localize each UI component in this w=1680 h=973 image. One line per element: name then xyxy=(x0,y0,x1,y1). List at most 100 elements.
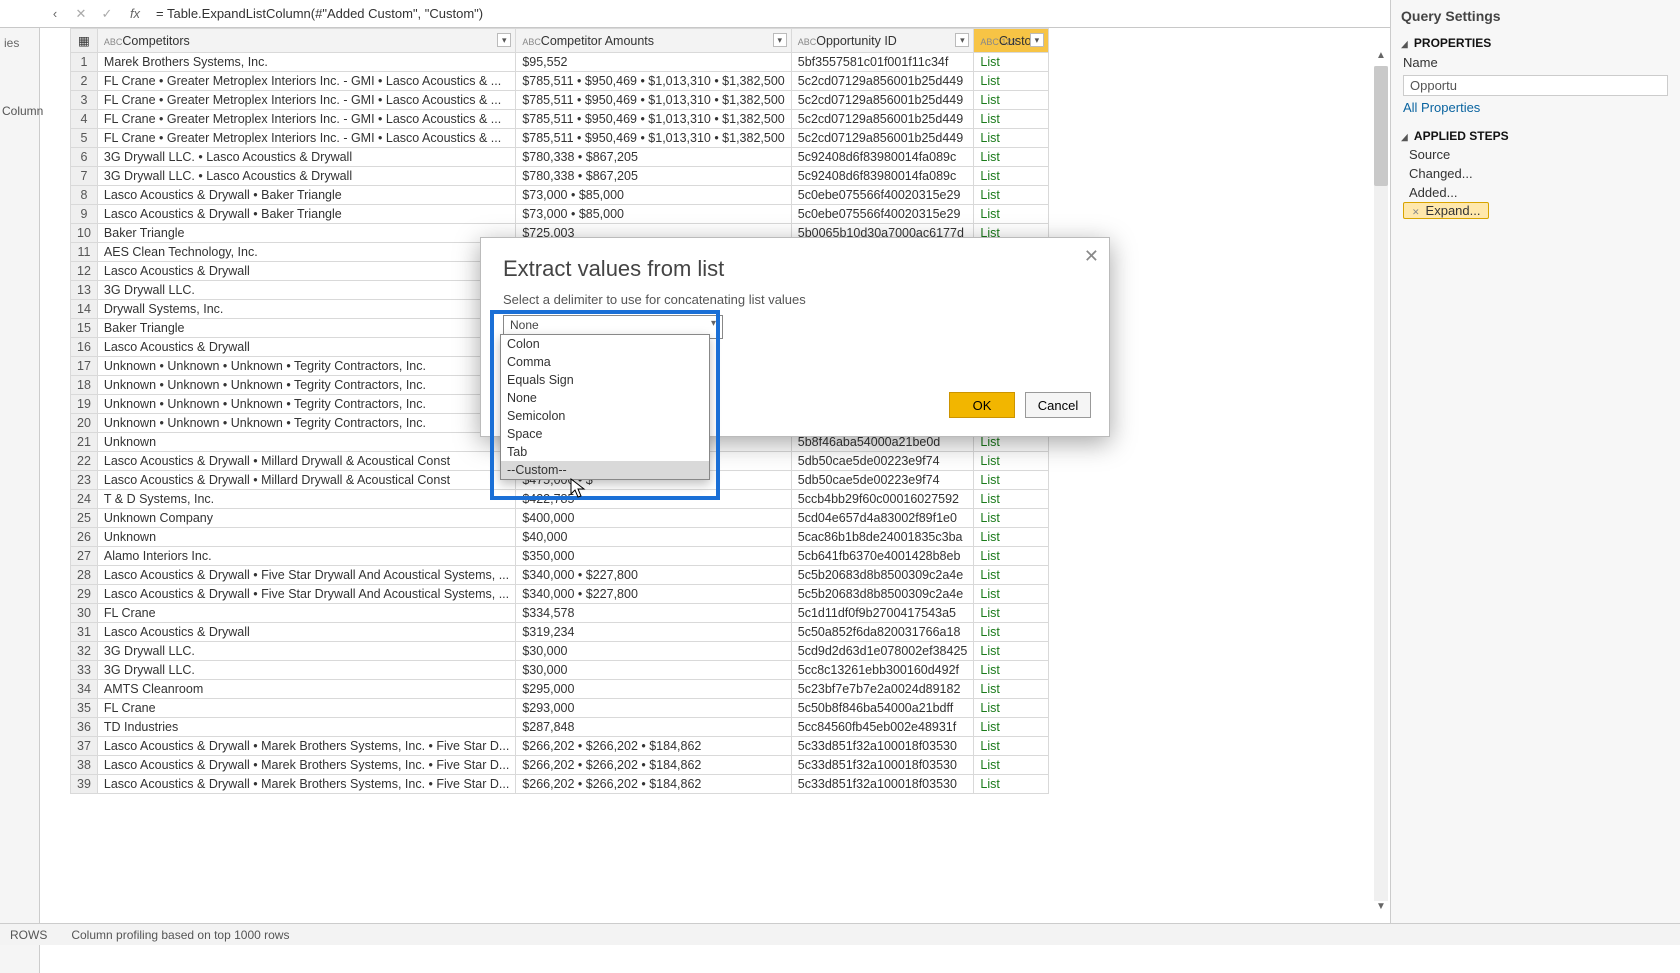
cell[interactable]: 5db50cae5de00223e9f74 xyxy=(791,452,974,471)
table-row[interactable]: 35FL Crane$293,0005c50b8f846ba54000a21bd… xyxy=(71,699,1049,718)
cell[interactable]: Lasco Acoustics & Drywall • Marek Brothe… xyxy=(97,756,515,775)
cell[interactable]: 5c2cd07129a856001b25d449 xyxy=(791,129,974,148)
table-row[interactable]: 30FL Crane$334,5785c1d11df0f9b2700417543… xyxy=(71,604,1049,623)
list-link[interactable]: List xyxy=(980,93,999,107)
delimiter-dropdown-list[interactable]: ColonCommaEquals SignNoneSemicolonSpaceT… xyxy=(500,334,710,480)
cell[interactable]: FL Crane • Greater Metroplex Interiors I… xyxy=(97,91,515,110)
table-row[interactable]: 323G Drywall LLC.$30,0005cd9d2d63d1e0780… xyxy=(71,642,1049,661)
cell[interactable]: FL Crane • Greater Metroplex Interiors I… xyxy=(97,72,515,91)
cell[interactable]: FL Crane xyxy=(97,699,515,718)
cell[interactable]: List xyxy=(974,642,1049,661)
cell[interactable]: 5cb641fb6370e4001428b8eb xyxy=(791,547,974,566)
table-row[interactable]: 31Lasco Acoustics & Drywall$319,2345c50a… xyxy=(71,623,1049,642)
table-row[interactable]: 3FL Crane • Greater Metroplex Interiors … xyxy=(71,91,1049,110)
list-link[interactable]: List xyxy=(980,55,999,69)
cell[interactable]: 5db50cae5de00223e9f74 xyxy=(791,471,974,490)
cell[interactable]: Lasco Acoustics & Drywall • Millard Dryw… xyxy=(97,452,515,471)
cell[interactable]: Unknown • Unknown • Unknown • Tegrity Co… xyxy=(97,376,515,395)
dropdown-option[interactable]: Semicolon xyxy=(501,407,709,425)
list-link[interactable]: List xyxy=(980,169,999,183)
cell[interactable]: List xyxy=(974,775,1049,794)
cell[interactable]: List xyxy=(974,471,1049,490)
column-filter-icon[interactable]: ▾ xyxy=(497,33,511,47)
cell[interactable]: List xyxy=(974,528,1049,547)
cell[interactable]: List xyxy=(974,53,1049,72)
properties-heading[interactable]: PROPERTIES xyxy=(1391,30,1680,52)
scroll-down-icon[interactable]: ▼ xyxy=(1372,901,1390,917)
cell[interactable]: 5c33d851f32a100018f03530 xyxy=(791,737,974,756)
list-link[interactable]: List xyxy=(980,207,999,221)
cell[interactable]: Unknown Company xyxy=(97,509,515,528)
cell[interactable]: Unknown xyxy=(97,433,515,452)
cell[interactable]: List xyxy=(974,148,1049,167)
cell[interactable]: Lasco Acoustics & Drywall • Marek Brothe… xyxy=(97,775,515,794)
nav-back-icon[interactable]: ‹ xyxy=(42,6,68,21)
list-link[interactable]: List xyxy=(980,492,999,506)
cell[interactable]: $780,338 • $867,205 xyxy=(516,148,791,167)
cell[interactable]: $785,511 • $950,469 • $1,013,310 • $1,38… xyxy=(516,110,791,129)
cell[interactable]: List xyxy=(974,756,1049,775)
table-row[interactable]: 29Lasco Acoustics & Drywall • Five Star … xyxy=(71,585,1049,604)
applied-step[interactable]: Changed... xyxy=(1403,164,1680,183)
scroll-track[interactable] xyxy=(1374,66,1388,901)
cell[interactable]: List xyxy=(974,72,1049,91)
cell[interactable]: 5cac86b1b8de24001835c3ba xyxy=(791,528,974,547)
cell[interactable]: List xyxy=(974,585,1049,604)
cell[interactable]: Baker Triangle xyxy=(97,319,515,338)
list-link[interactable]: List xyxy=(980,701,999,715)
column-filter-icon[interactable]: ▾ xyxy=(773,33,787,47)
column-filter-icon[interactable]: ▾ xyxy=(1030,33,1044,47)
table-row[interactable]: 24T & D Systems, Inc.$422,7855ccb4bb29f6… xyxy=(71,490,1049,509)
applied-steps-heading[interactable]: APPLIED STEPS xyxy=(1391,123,1680,145)
cell[interactable]: Baker Triangle xyxy=(97,224,515,243)
cell[interactable]: AMTS Cleanroom xyxy=(97,680,515,699)
cell[interactable]: $400,000 xyxy=(516,509,791,528)
cell[interactable]: T & D Systems, Inc. xyxy=(97,490,515,509)
cell[interactable]: 5c5b20683d8b8500309c2a4e xyxy=(791,585,974,604)
cell[interactable]: List xyxy=(974,205,1049,224)
cell[interactable]: 5c92408d6f83980014fa089c xyxy=(791,148,974,167)
cell[interactable]: 5ccb4bb29f60c00016027592 xyxy=(791,490,974,509)
cell[interactable]: $319,234 xyxy=(516,623,791,642)
grid-scrollbar-vertical[interactable]: ▲ ▼ xyxy=(1372,50,1390,917)
list-link[interactable]: List xyxy=(980,112,999,126)
cell[interactable]: Alamo Interiors Inc. xyxy=(97,547,515,566)
cell[interactable]: List xyxy=(974,623,1049,642)
cell[interactable]: $95,552 xyxy=(516,53,791,72)
list-link[interactable]: List xyxy=(980,511,999,525)
cell[interactable]: $785,511 • $950,469 • $1,013,310 • $1,38… xyxy=(516,91,791,110)
table-row[interactable]: 37Lasco Acoustics & Drywall • Marek Brot… xyxy=(71,737,1049,756)
table-row[interactable]: 333G Drywall LLC.$30,0005cc8c13261ebb300… xyxy=(71,661,1049,680)
cell[interactable]: 3G Drywall LLC. • Lasco Acoustics & Dryw… xyxy=(97,167,515,186)
list-link[interactable]: List xyxy=(980,530,999,544)
table-row[interactable]: 27Alamo Interiors Inc.$350,0005cb641fb63… xyxy=(71,547,1049,566)
cell[interactable]: $785,511 • $950,469 • $1,013,310 • $1,38… xyxy=(516,129,791,148)
cell[interactable]: Lasco Acoustics & Drywall • Five Star Dr… xyxy=(97,566,515,585)
list-link[interactable]: List xyxy=(980,739,999,753)
cell[interactable]: 5bf3557581c01f001f11c34f xyxy=(791,53,974,72)
table-row[interactable]: 39Lasco Acoustics & Drywall • Marek Brot… xyxy=(71,775,1049,794)
applied-step[interactable]: Expand... xyxy=(1403,202,1489,219)
cell[interactable]: 5c92408d6f83980014fa089c xyxy=(791,167,974,186)
cell[interactable]: List xyxy=(974,737,1049,756)
cell[interactable]: List xyxy=(974,680,1049,699)
cell[interactable]: 5c0ebe075566f40020315e29 xyxy=(791,186,974,205)
cell[interactable]: $785,511 • $950,469 • $1,013,310 • $1,38… xyxy=(516,72,791,91)
close-icon[interactable]: ✕ xyxy=(1084,246,1099,267)
cell[interactable]: List xyxy=(974,699,1049,718)
list-link[interactable]: List xyxy=(980,587,999,601)
cell[interactable]: 5c33d851f32a100018f03530 xyxy=(791,756,974,775)
table-row[interactable]: 25Unknown Company$400,0005cd04e657d4a830… xyxy=(71,509,1049,528)
list-link[interactable]: List xyxy=(980,644,999,658)
row-corner[interactable]: ▦ xyxy=(71,29,98,53)
table-row[interactable]: 1Marek Brothers Systems, Inc.$95,5525bf3… xyxy=(71,53,1049,72)
cell[interactable]: Lasco Acoustics & Drywall xyxy=(97,623,515,642)
table-row[interactable]: 28Lasco Acoustics & Drywall • Five Star … xyxy=(71,566,1049,585)
cell[interactable]: List xyxy=(974,167,1049,186)
cell[interactable]: 5cc8c13261ebb300160d492f xyxy=(791,661,974,680)
list-link[interactable]: List xyxy=(980,625,999,639)
cell[interactable]: Lasco Acoustics & Drywall xyxy=(97,338,515,357)
cell[interactable]: 5c50a852f6da820031766a18 xyxy=(791,623,974,642)
cell[interactable]: List xyxy=(974,661,1049,680)
cell[interactable]: List xyxy=(974,547,1049,566)
